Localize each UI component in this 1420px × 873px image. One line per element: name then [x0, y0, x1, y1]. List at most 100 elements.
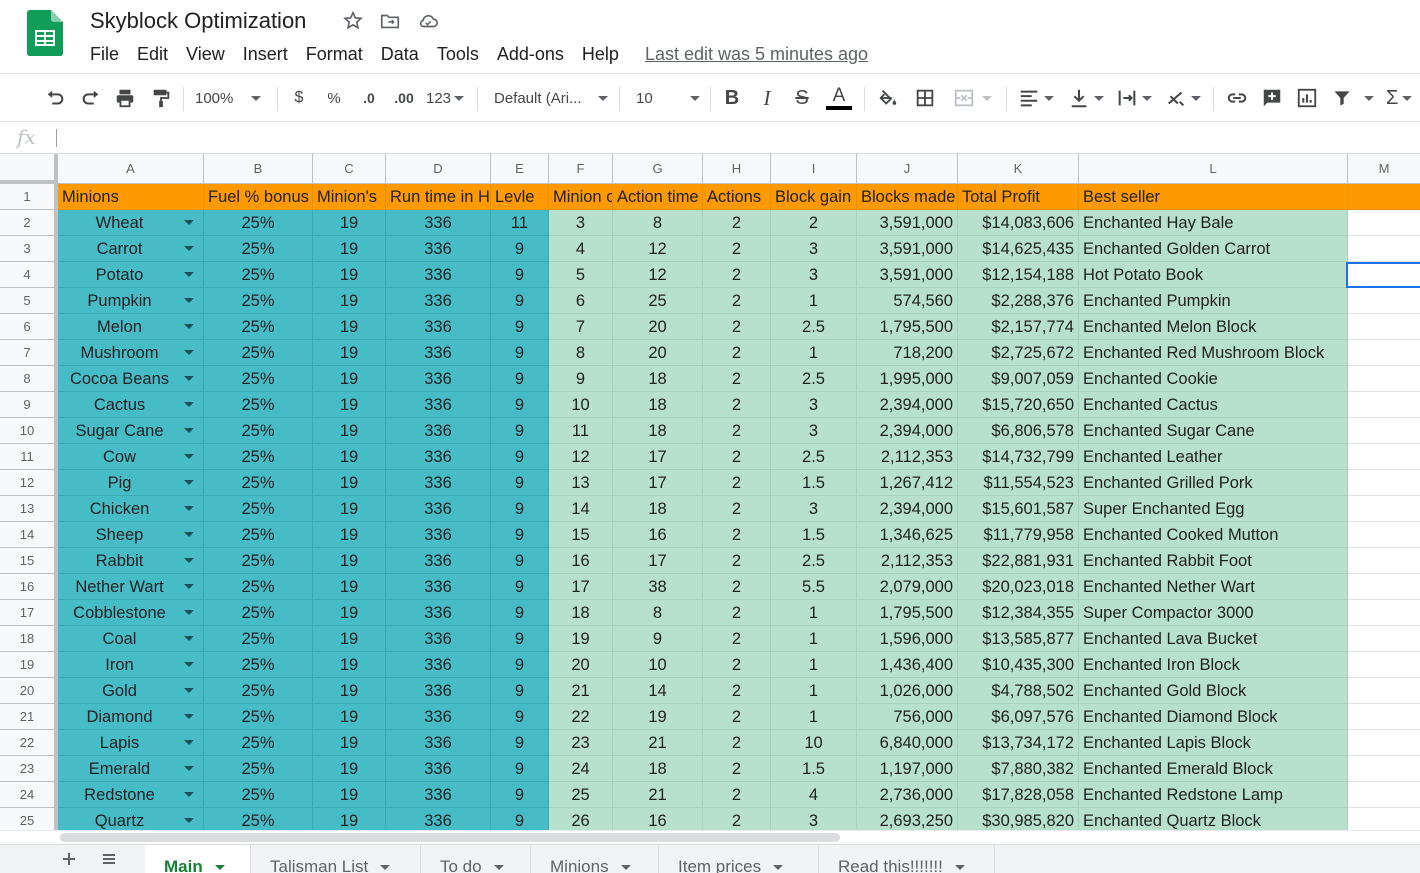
- table-cell[interactable]: 9: [491, 314, 549, 340]
- table-cell[interactable]: 21: [613, 782, 703, 808]
- dropdown-arrow-icon[interactable]: [184, 740, 194, 745]
- chevron-down-icon[interactable]: [620, 865, 631, 870]
- dropdown-arrow-icon[interactable]: [184, 636, 194, 641]
- chevron-down-icon[interactable]: [954, 865, 965, 870]
- table-cell[interactable]: 14: [613, 678, 703, 704]
- table-cell[interactable]: 9: [491, 418, 549, 444]
- table-cell[interactable]: 336: [386, 522, 491, 548]
- chevron-down-icon[interactable]: [773, 865, 784, 870]
- table-cell[interactable]: Sugar Cane: [58, 418, 204, 444]
- dropdown-arrow-icon[interactable]: [184, 558, 194, 563]
- table-cell[interactable]: 336: [386, 574, 491, 600]
- table-cell[interactable]: 16: [613, 808, 703, 830]
- table-cell[interactable]: 336: [386, 600, 491, 626]
- menu-data[interactable]: Data: [372, 44, 428, 65]
- table-cell[interactable]: 25%: [204, 470, 313, 496]
- header-cell[interactable]: Minion c: [549, 184, 613, 210]
- table-cell[interactable]: $2,157,774: [958, 314, 1079, 340]
- column-header-J[interactable]: J: [857, 154, 958, 184]
- table-cell[interactable]: 3: [771, 262, 857, 288]
- table-cell[interactable]: 19: [313, 600, 386, 626]
- column-header-L[interactable]: L: [1079, 154, 1348, 184]
- table-cell[interactable]: [1348, 808, 1420, 830]
- table-cell[interactable]: [1348, 548, 1420, 574]
- menu-insert[interactable]: Insert: [234, 44, 297, 65]
- table-cell[interactable]: Cactus: [58, 392, 204, 418]
- row-header[interactable]: 5: [0, 288, 58, 314]
- dropdown-arrow-icon[interactable]: [184, 714, 194, 719]
- table-cell[interactable]: $30,985,820: [958, 808, 1079, 830]
- table-cell[interactable]: Hot Potato Book: [1079, 262, 1348, 288]
- table-cell[interactable]: Enchanted Grilled Pork: [1079, 470, 1348, 496]
- text-color-button[interactable]: A: [824, 84, 854, 112]
- table-cell[interactable]: 2,112,353: [857, 548, 958, 574]
- increase-decimal-button[interactable]: .00: [390, 84, 418, 112]
- table-cell[interactable]: 9: [491, 288, 549, 314]
- table-cell[interactable]: Super Compactor 3000: [1079, 600, 1348, 626]
- merge-cells-icon[interactable]: [948, 84, 996, 112]
- horizontal-scrollbar[interactable]: [0, 830, 1420, 844]
- table-cell[interactable]: [1348, 652, 1420, 678]
- table-cell[interactable]: 25%: [204, 522, 313, 548]
- table-cell[interactable]: 19: [313, 418, 386, 444]
- table-cell[interactable]: [1348, 756, 1420, 782]
- table-cell[interactable]: 2: [703, 730, 771, 756]
- dropdown-arrow-icon[interactable]: [184, 792, 194, 797]
- table-cell[interactable]: 19: [313, 210, 386, 236]
- table-cell[interactable]: $14,732,799: [958, 444, 1079, 470]
- sheet-tab-main[interactable]: Main: [145, 845, 251, 873]
- table-cell[interactable]: Enchanted Pumpkin: [1079, 288, 1348, 314]
- redo-icon[interactable]: [78, 84, 104, 112]
- select-all-corner[interactable]: [0, 154, 58, 184]
- bold-button[interactable]: B: [721, 84, 743, 112]
- header-cell[interactable]: Minion's: [313, 184, 386, 210]
- table-cell[interactable]: 2: [703, 444, 771, 470]
- header-cell[interactable]: Total Profit: [958, 184, 1079, 210]
- table-cell[interactable]: Redstone: [58, 782, 204, 808]
- table-cell[interactable]: 2: [703, 496, 771, 522]
- table-cell[interactable]: 22: [549, 704, 613, 730]
- table-cell[interactable]: 9: [491, 522, 549, 548]
- column-header-B[interactable]: B: [204, 154, 313, 184]
- table-cell[interactable]: Enchanted Cactus: [1079, 392, 1348, 418]
- menu-format[interactable]: Format: [297, 44, 372, 65]
- row-header[interactable]: 19: [0, 652, 58, 678]
- table-cell[interactable]: 2.5: [771, 548, 857, 574]
- table-cell[interactable]: 19: [313, 626, 386, 652]
- table-cell[interactable]: 336: [386, 626, 491, 652]
- table-cell[interactable]: 5.5: [771, 574, 857, 600]
- row-header[interactable]: 14: [0, 522, 58, 548]
- table-cell[interactable]: 13: [549, 470, 613, 496]
- table-cell[interactable]: 2: [703, 522, 771, 548]
- table-cell[interactable]: 336: [386, 444, 491, 470]
- table-cell[interactable]: 336: [386, 418, 491, 444]
- table-cell[interactable]: 19: [313, 392, 386, 418]
- table-cell[interactable]: 336: [386, 392, 491, 418]
- table-cell[interactable]: Quartz: [58, 808, 204, 830]
- table-cell[interactable]: 336: [386, 756, 491, 782]
- table-cell[interactable]: 19: [313, 704, 386, 730]
- table-cell[interactable]: 756,000: [857, 704, 958, 730]
- column-header-H[interactable]: H: [703, 154, 771, 184]
- table-cell[interactable]: [1348, 522, 1420, 548]
- row-header[interactable]: 12: [0, 470, 58, 496]
- table-cell[interactable]: 25: [549, 782, 613, 808]
- dropdown-arrow-icon[interactable]: [184, 350, 194, 355]
- table-cell[interactable]: Enchanted Hay Bale: [1079, 210, 1348, 236]
- dropdown-arrow-icon[interactable]: [184, 324, 194, 329]
- table-cell[interactable]: $6,806,578: [958, 418, 1079, 444]
- table-cell[interactable]: 19: [313, 288, 386, 314]
- sheet-tab-minions[interactable]: Minions: [531, 845, 659, 873]
- table-cell[interactable]: 11: [491, 210, 549, 236]
- table-cell[interactable]: $9,007,059: [958, 366, 1079, 392]
- table-cell[interactable]: 2,394,000: [857, 496, 958, 522]
- table-cell[interactable]: Chicken: [58, 496, 204, 522]
- table-cell[interactable]: Super Enchanted Egg: [1079, 496, 1348, 522]
- table-cell[interactable]: 25%: [204, 548, 313, 574]
- column-header-K[interactable]: K: [958, 154, 1079, 184]
- formula-input[interactable]: [64, 126, 1404, 150]
- table-cell[interactable]: $13,585,877: [958, 626, 1079, 652]
- table-cell[interactable]: $14,083,606: [958, 210, 1079, 236]
- menu-edit[interactable]: Edit: [128, 44, 177, 65]
- table-cell[interactable]: 9: [491, 496, 549, 522]
